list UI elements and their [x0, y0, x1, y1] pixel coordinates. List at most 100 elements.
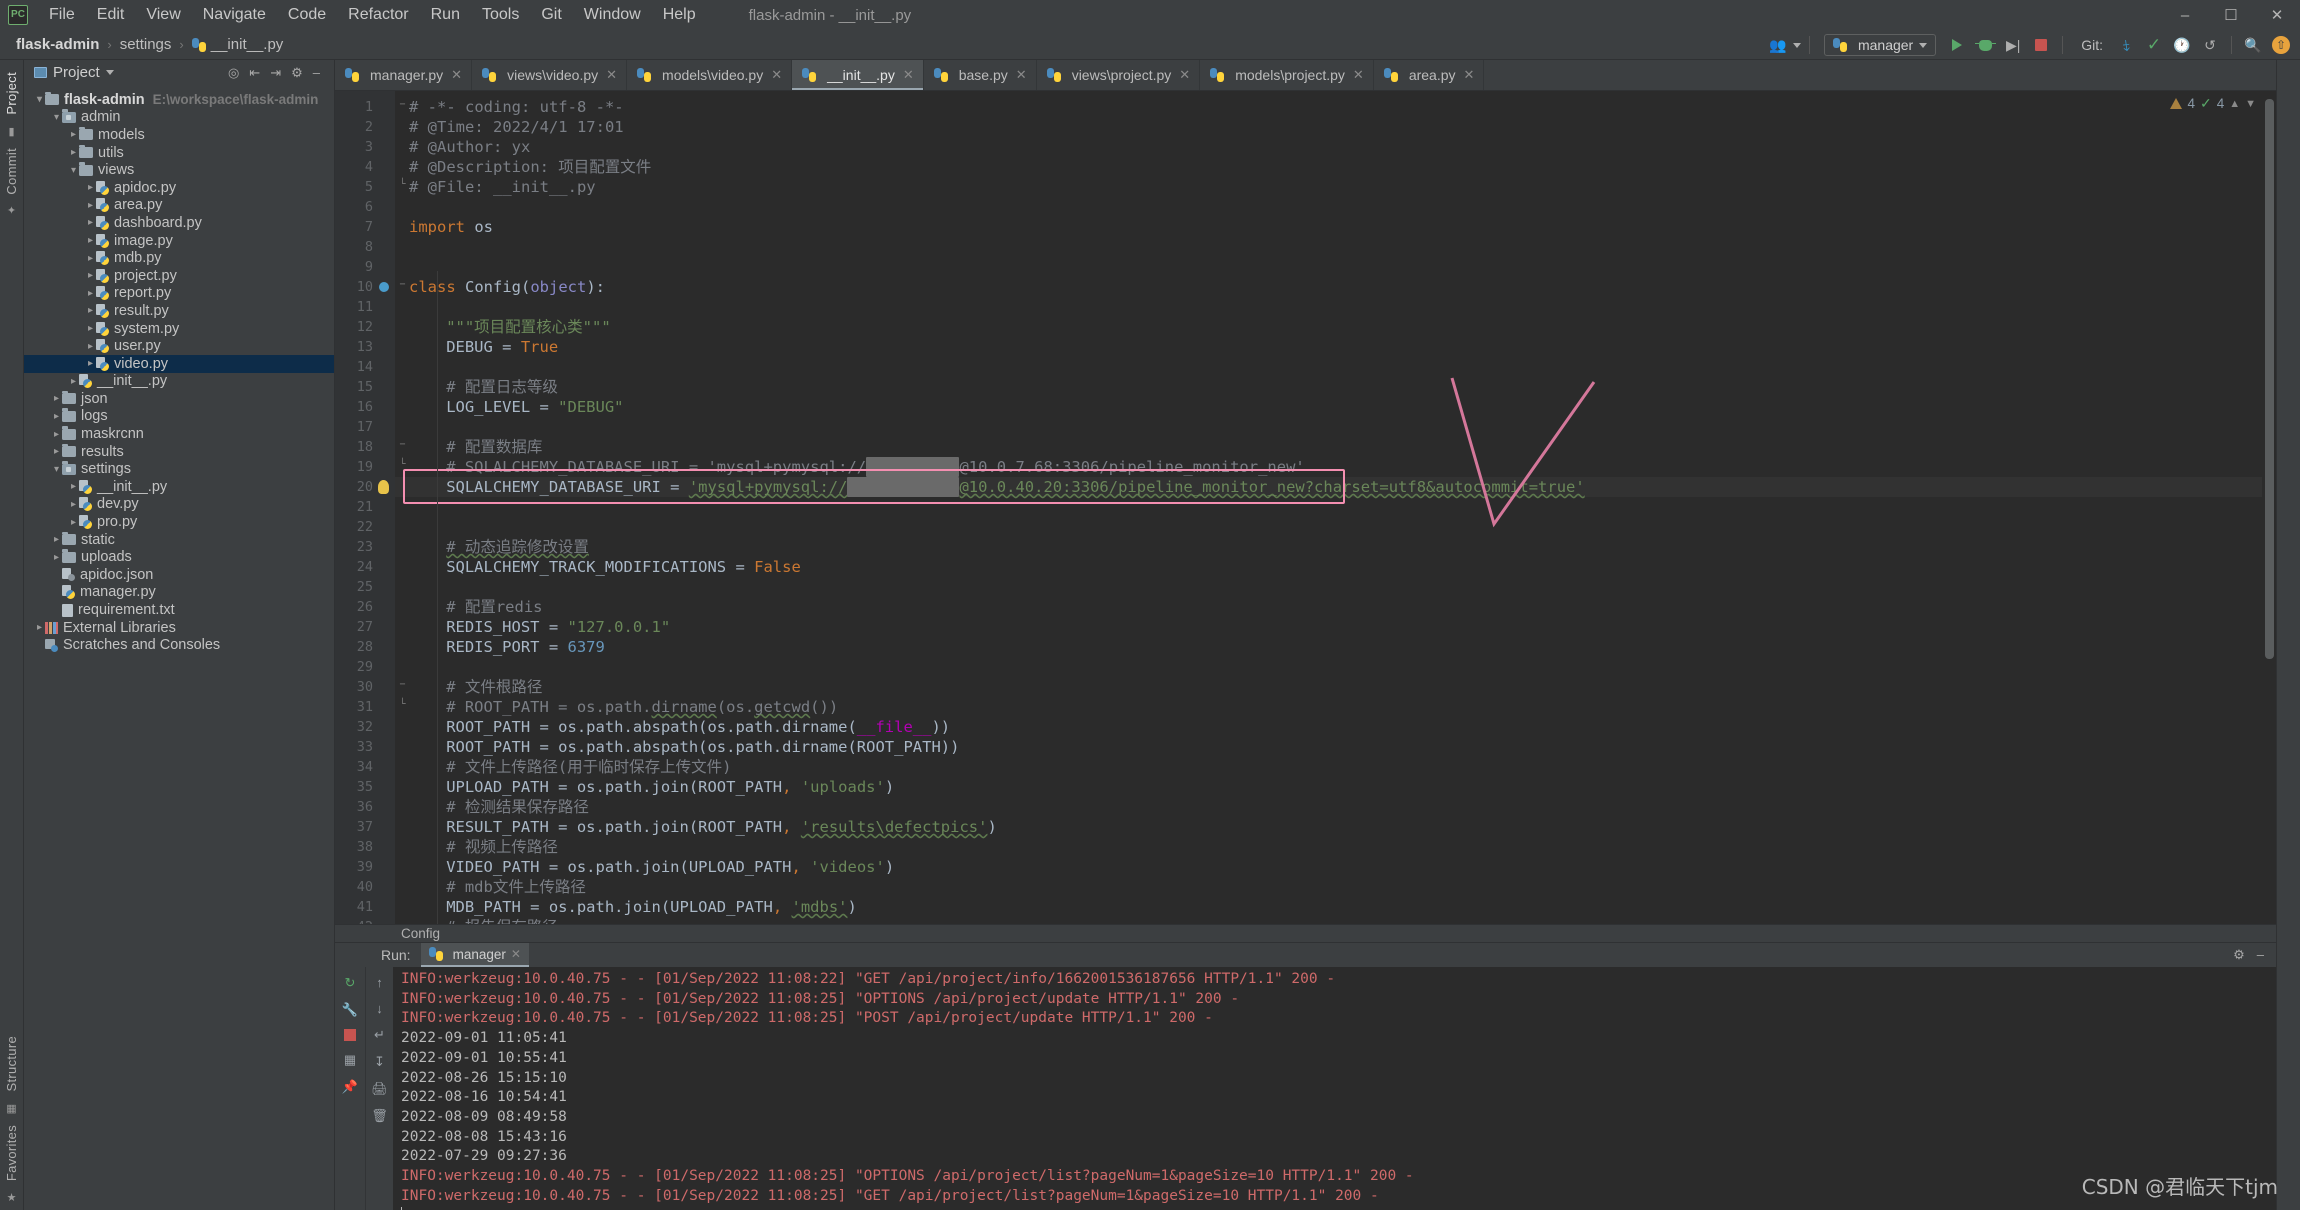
rail-item-commit[interactable]: Commit [4, 142, 19, 201]
chevron-right-icon[interactable] [51, 393, 62, 404]
tree-item-apidoc-json[interactable]: apidoc.json [24, 566, 334, 584]
menu-item-git[interactable]: Git [530, 3, 572, 27]
breadcrumb-project[interactable]: flask-admin [16, 36, 99, 53]
close-button[interactable]: ✕ [2254, 0, 2300, 30]
menu-item-view[interactable]: View [135, 3, 191, 27]
close-tab-icon[interactable]: ✕ [451, 67, 462, 83]
rail-item-project[interactable]: Project [4, 66, 19, 121]
code-editor[interactable]: 1 2 3 4 5 6 7 8 9 10 11 12 13 14 15 16 17 18 19 20 21 22 23 24 2… [335, 91, 2276, 924]
chevron-right-icon[interactable] [51, 411, 62, 422]
code-line[interactable]: ROOT_PATH = os.path.abspath(os.path.dirn… [446, 737, 959, 757]
chevron-right-icon[interactable] [68, 129, 79, 140]
code-line[interactable]: # @Description: 项目配置文件 [409, 157, 651, 177]
tree-item-area-py[interactable]: area.py [24, 197, 334, 215]
tree-item-pro-py[interactable]: pro.py [24, 513, 334, 531]
chevron-down-icon[interactable] [34, 94, 45, 105]
tree-item-apidoc-py[interactable]: apidoc.py [24, 179, 334, 197]
code-line[interactable]: # @Time: 2022/4/1 17:01 [409, 117, 624, 137]
chevron-right-icon[interactable] [51, 552, 62, 563]
gear-icon[interactable]: ⚙ [2233, 947, 2245, 963]
pin-icon[interactable]: 📌 [342, 1079, 358, 1095]
gear-icon[interactable]: ⚙ [291, 65, 303, 81]
code-line[interactable]: SQLALCHEMY_DATABASE_URI = 'mysql+pymysql… [446, 477, 1585, 497]
soft-wrap-icon[interactable]: ↵ [374, 1027, 385, 1043]
run-tab-manager[interactable]: manager ✕ [420, 943, 529, 967]
rail-item-structure[interactable]: Structure [4, 1030, 19, 1097]
code-line[interactable]: # 配置redis [446, 597, 542, 617]
chevron-right-icon[interactable] [85, 323, 96, 334]
chevron-right-icon[interactable] [51, 446, 62, 457]
close-tab-icon[interactable]: ✕ [1353, 67, 1364, 83]
menu-item-refactor[interactable]: Refactor [337, 3, 419, 27]
chevron-up-icon[interactable]: ▲ [2229, 98, 2240, 110]
editor-tab-area-py[interactable]: area.py ✕ [1374, 60, 1485, 90]
code-line[interactable]: REDIS_HOST = "127.0.0.1" [446, 617, 670, 637]
project-panel-title[interactable]: Project [53, 64, 100, 81]
stop-icon[interactable] [2028, 33, 2054, 57]
close-tab-icon[interactable]: ✕ [771, 67, 782, 83]
close-icon[interactable]: ✕ [511, 947, 521, 961]
menu-item-tools[interactable]: Tools [471, 3, 530, 27]
chevron-right-icon[interactable] [51, 534, 62, 545]
code-line[interactable]: UPLOAD_PATH = os.path.join(ROOT_PATH, 'u… [446, 777, 894, 797]
tree-item-admin[interactable]: admin [24, 109, 334, 127]
inspection-widget[interactable]: 4 ✓ 4 ▲ ▼ [2170, 95, 2256, 112]
code-line[interactable]: class Config(object): [409, 277, 605, 297]
menu-item-help[interactable]: Help [652, 3, 707, 27]
breadcrumb-file[interactable]: __init__.py [211, 36, 284, 53]
editor-tab-base-py[interactable]: base.py ✕ [924, 60, 1037, 90]
close-tab-icon[interactable]: ✕ [1464, 67, 1475, 83]
scroll-down-icon[interactable]: ↓ [376, 1001, 383, 1016]
code-fold-icon[interactable]: └ [397, 179, 408, 190]
menu-item-file[interactable]: File [38, 3, 86, 27]
hide-icon[interactable]: – [313, 65, 320, 80]
code-content[interactable]: − # -*- coding: utf-8 -*- # @Time: 2022/4/… [395, 91, 2276, 924]
chevron-right-icon[interactable] [85, 253, 96, 264]
chevron-right-icon[interactable] [34, 622, 45, 633]
tree-item-scratches-and-consoles[interactable]: Scratches and Consoles [24, 636, 334, 654]
code-line[interactable]: # 报告保存路径 [446, 917, 558, 924]
tree-item-dev-py[interactable]: dev.py [24, 496, 334, 514]
close-tab-icon[interactable]: ✕ [903, 67, 914, 83]
run-configuration-selector[interactable]: manager [1823, 34, 1937, 56]
breadcrumb-folder[interactable]: settings [120, 36, 172, 53]
minimize-button[interactable]: – [2162, 0, 2208, 30]
debug-icon[interactable] [1972, 33, 1998, 57]
menu-item-edit[interactable]: Edit [86, 3, 136, 27]
chevron-right-icon[interactable] [85, 270, 96, 281]
updates-icon[interactable]: ⇧ [2268, 33, 2294, 57]
chevron-down-icon[interactable] [51, 112, 62, 123]
code-line[interactable]: # -*- coding: utf-8 -*- [409, 97, 624, 117]
code-line[interactable]: """项目配置核心类""" [446, 317, 611, 337]
tree-item-report-py[interactable]: report.py [24, 285, 334, 303]
editor-tab-views-project-py[interactable]: views\project.py ✕ [1037, 60, 1201, 90]
code-line[interactable]: REDIS_PORT = 6379 [446, 637, 605, 657]
editor-tab-models-project-py[interactable]: models\project.py ✕ [1200, 60, 1374, 90]
tree-item-requirement-txt[interactable]: requirement.txt [24, 601, 334, 619]
run-with-coverage-icon[interactable]: ▶| [2000, 33, 2026, 57]
code-fold-icon[interactable]: └ [397, 459, 408, 470]
editor-tab-bar[interactable]: manager.py ✕ views\video.py ✕ models\video.p… [335, 60, 2276, 91]
chevron-right-icon[interactable] [51, 429, 62, 440]
tree-item-system-py[interactable]: system.py [24, 320, 334, 338]
tree-item-uploads[interactable]: uploads [24, 548, 334, 566]
code-fold-icon[interactable]: └ [397, 699, 408, 710]
code-line[interactable]: # @File: __init__.py [409, 177, 596, 197]
chevron-right-icon[interactable] [85, 182, 96, 193]
scroll-up-icon[interactable]: ↑ [376, 975, 383, 990]
editor-tab-views-video-py[interactable]: views\video.py ✕ [472, 60, 628, 90]
menu-item-code[interactable]: Code [277, 3, 337, 27]
collapse-all-icon[interactable]: ⇥ [270, 65, 281, 81]
maximize-button[interactable]: ☐ [2208, 0, 2254, 30]
tree-item-mdb-py[interactable]: mdb.py [24, 249, 334, 267]
code-line[interactable]: # 视频上传路径 [446, 837, 558, 857]
tree-item-views[interactable]: views [24, 161, 334, 179]
history-icon[interactable]: 🕐 [2169, 33, 2195, 57]
stop-icon[interactable] [344, 1029, 356, 1041]
close-tab-icon[interactable]: ✕ [606, 67, 617, 83]
code-line[interactable]: VIDEO_PATH = os.path.join(UPLOAD_PATH, '… [446, 857, 894, 877]
chevron-right-icon[interactable] [68, 481, 79, 492]
users-icon[interactable]: 👥 [1765, 33, 1791, 57]
hide-icon[interactable]: – [2257, 947, 2264, 963]
code-line[interactable]: # 文件上传路径(用于临时保存上传文件) [446, 757, 731, 777]
